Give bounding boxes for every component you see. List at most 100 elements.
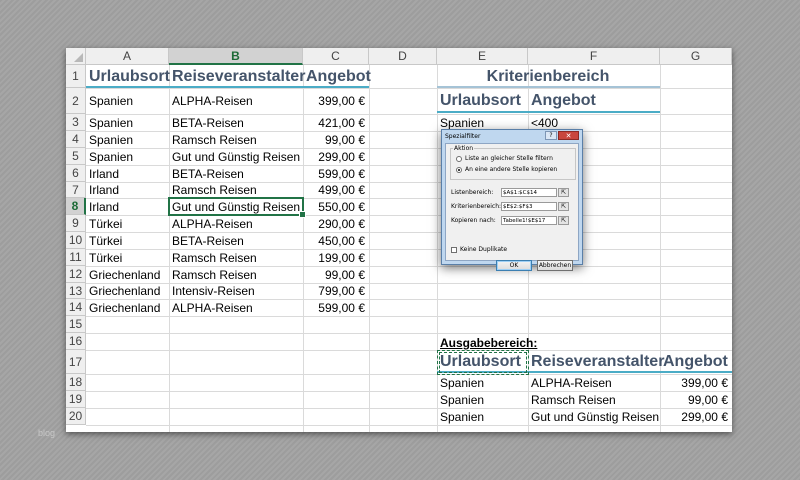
table-cell[interactable]: Ramsch Reisen bbox=[169, 249, 303, 266]
table-cell[interactable]: Ramsch Reisen bbox=[169, 131, 303, 148]
output-cell[interactable]: ALPHA-Reisen bbox=[528, 374, 660, 391]
table-cell[interactable]: Türkei bbox=[86, 249, 169, 266]
row-header-10[interactable]: 10 bbox=[66, 232, 86, 249]
row-header-16[interactable]: 16 bbox=[66, 333, 86, 350]
header-reiseveranstalter[interactable]: Reiseveranstalter bbox=[169, 65, 305, 88]
collapse-range-icon[interactable]: ⇱ bbox=[558, 216, 569, 225]
column-header-b[interactable]: B bbox=[169, 48, 303, 65]
table-cell[interactable]: 290,00 € bbox=[303, 215, 369, 232]
list-range-row: Listenbereich: $A$1:$C$14 ⇱ bbox=[451, 188, 569, 197]
row-header-17[interactable]: 17 bbox=[66, 350, 86, 374]
row-header-20[interactable]: 20 bbox=[66, 408, 86, 425]
table-cell[interactable]: BETA-Reisen bbox=[169, 114, 303, 131]
ok-button[interactable]: OK bbox=[496, 260, 532, 271]
table-cell[interactable]: 550,00 € bbox=[303, 198, 369, 215]
table-cell[interactable]: 199,00 € bbox=[303, 249, 369, 266]
spreadsheet[interactable]: A B C D E F G 1 2 3 4 5 6 7 8 9 10 11 12… bbox=[66, 48, 732, 432]
table-cell[interactable]: Irland bbox=[86, 182, 169, 198]
table-cell[interactable]: 499,00 € bbox=[303, 182, 369, 198]
column-header-e[interactable]: E bbox=[437, 48, 528, 65]
table-cell[interactable]: Intensiv-Reisen bbox=[169, 283, 303, 299]
output-cell[interactable]: 299,00 € bbox=[660, 408, 732, 425]
row-header-2[interactable]: 2 bbox=[66, 88, 86, 114]
table-cell[interactable]: ALPHA-Reisen bbox=[169, 299, 303, 316]
criteria-range-input[interactable]: $E$2:$F$3 bbox=[501, 202, 557, 211]
watermark: blog bbox=[38, 428, 56, 438]
row-header-18[interactable]: 18 bbox=[66, 374, 86, 391]
help-button[interactable]: ? bbox=[545, 131, 557, 140]
output-cell[interactable]: Spanien bbox=[437, 408, 528, 425]
radio-filter-in-place-label: Liste an gleicher Stelle filtern bbox=[465, 155, 553, 162]
table-cell[interactable]: Griechenland bbox=[86, 266, 169, 283]
close-button[interactable]: ✕ bbox=[558, 131, 579, 140]
table-cell[interactable]: Türkei bbox=[86, 232, 169, 249]
output-cell[interactable]: Spanien bbox=[437, 374, 528, 391]
header-urlaubsort[interactable]: Urlaubsort bbox=[86, 65, 170, 88]
row-header-11[interactable]: 11 bbox=[66, 249, 86, 266]
table-cell[interactable]: ALPHA-Reisen bbox=[169, 215, 303, 232]
list-range-input[interactable]: $A$1:$C$14 bbox=[501, 188, 557, 197]
radio-filter-in-place[interactable]: Liste an gleicher Stelle filtern bbox=[456, 155, 553, 162]
table-cell[interactable]: 599,00 € bbox=[303, 165, 369, 182]
row-header-14[interactable]: 14 bbox=[66, 299, 86, 316]
output-label: Ausgabebereich: bbox=[440, 336, 538, 350]
table-cell[interactable]: 99,00 € bbox=[303, 131, 369, 148]
radio-selected-icon[interactable] bbox=[456, 166, 462, 173]
row-header-7[interactable]: 7 bbox=[66, 182, 86, 198]
checkbox-icon[interactable] bbox=[451, 246, 457, 253]
table-cell[interactable]: 421,00 € bbox=[303, 114, 369, 131]
table-cell[interactable]: 799,00 € bbox=[303, 283, 369, 299]
select-all-corner[interactable] bbox=[66, 48, 86, 65]
output-cell[interactable]: Spanien bbox=[437, 391, 528, 408]
table-cell[interactable]: 599,00 € bbox=[303, 299, 369, 316]
table-cell[interactable]: BETA-Reisen bbox=[169, 232, 303, 249]
table-cell[interactable]: 399,00 € bbox=[303, 88, 369, 114]
output-cell[interactable]: Ramsch Reisen bbox=[528, 391, 660, 408]
column-header-f[interactable]: F bbox=[528, 48, 660, 65]
collapse-range-icon[interactable]: ⇱ bbox=[558, 202, 569, 211]
column-header-c[interactable]: C bbox=[303, 48, 369, 65]
output-cell[interactable]: 99,00 € bbox=[660, 391, 732, 408]
table-cell[interactable]: BETA-Reisen bbox=[169, 165, 303, 182]
collapse-range-icon[interactable]: ⇱ bbox=[558, 188, 569, 197]
table-cell[interactable]: Ramsch Reisen bbox=[169, 182, 303, 198]
table-cell[interactable]: 299,00 € bbox=[303, 148, 369, 165]
table-cell[interactable]: Spanien bbox=[86, 148, 169, 165]
table-cell[interactable]: Ramsch Reisen bbox=[169, 266, 303, 283]
row-header-1[interactable]: 1 bbox=[66, 65, 86, 88]
table-cell[interactable]: Spanien bbox=[86, 88, 169, 114]
copy-to-input[interactable]: Tabelle1!$E$17 bbox=[501, 216, 557, 225]
row-header-3[interactable]: 3 bbox=[66, 114, 86, 131]
table-cell[interactable]: Irland bbox=[86, 165, 169, 182]
table-cell[interactable]: Griechenland bbox=[86, 283, 169, 299]
row-header-4[interactable]: 4 bbox=[66, 131, 86, 148]
table-cell[interactable]: 99,00 € bbox=[303, 266, 369, 283]
table-cell[interactable]: Irland bbox=[86, 198, 169, 215]
column-header-a[interactable]: A bbox=[86, 48, 169, 65]
table-cell[interactable]: Gut und Günstig Reisen bbox=[169, 148, 303, 165]
table-cell[interactable]: 450,00 € bbox=[303, 232, 369, 249]
output-cell[interactable]: 399,00 € bbox=[660, 374, 732, 391]
output-cell[interactable]: Gut und Günstig Reisen bbox=[528, 408, 660, 425]
row-header-5[interactable]: 5 bbox=[66, 148, 86, 165]
unique-records-checkbox[interactable]: Keine Duplikate bbox=[451, 246, 507, 253]
table-cell[interactable]: ALPHA-Reisen bbox=[169, 88, 303, 114]
table-cell[interactable]: Griechenland bbox=[86, 299, 169, 316]
row-header-6[interactable]: 6 bbox=[66, 165, 86, 182]
row-header-13[interactable]: 13 bbox=[66, 283, 86, 299]
cancel-button[interactable]: Abbrechen bbox=[537, 260, 573, 271]
header-angebot[interactable]: Angebot bbox=[303, 65, 371, 88]
table-cell[interactable]: Türkei bbox=[86, 215, 169, 232]
row-header-9[interactable]: 9 bbox=[66, 215, 86, 232]
row-header-15[interactable]: 15 bbox=[66, 316, 86, 333]
row-header-19[interactable]: 19 bbox=[66, 391, 86, 408]
table-cell[interactable]: Spanien bbox=[86, 131, 169, 148]
radio-copy-to[interactable]: An eine andere Stelle kopieren bbox=[456, 166, 557, 173]
row-header-12[interactable]: 12 bbox=[66, 266, 86, 283]
criteria-title[interactable]: Kriterienbereich bbox=[437, 65, 660, 88]
table-cell[interactable]: Spanien bbox=[86, 114, 169, 131]
row-header-8[interactable]: 8 bbox=[66, 198, 86, 215]
column-header-d[interactable]: D bbox=[369, 48, 437, 65]
column-header-g[interactable]: G bbox=[660, 48, 732, 65]
radio-icon[interactable] bbox=[456, 155, 462, 162]
